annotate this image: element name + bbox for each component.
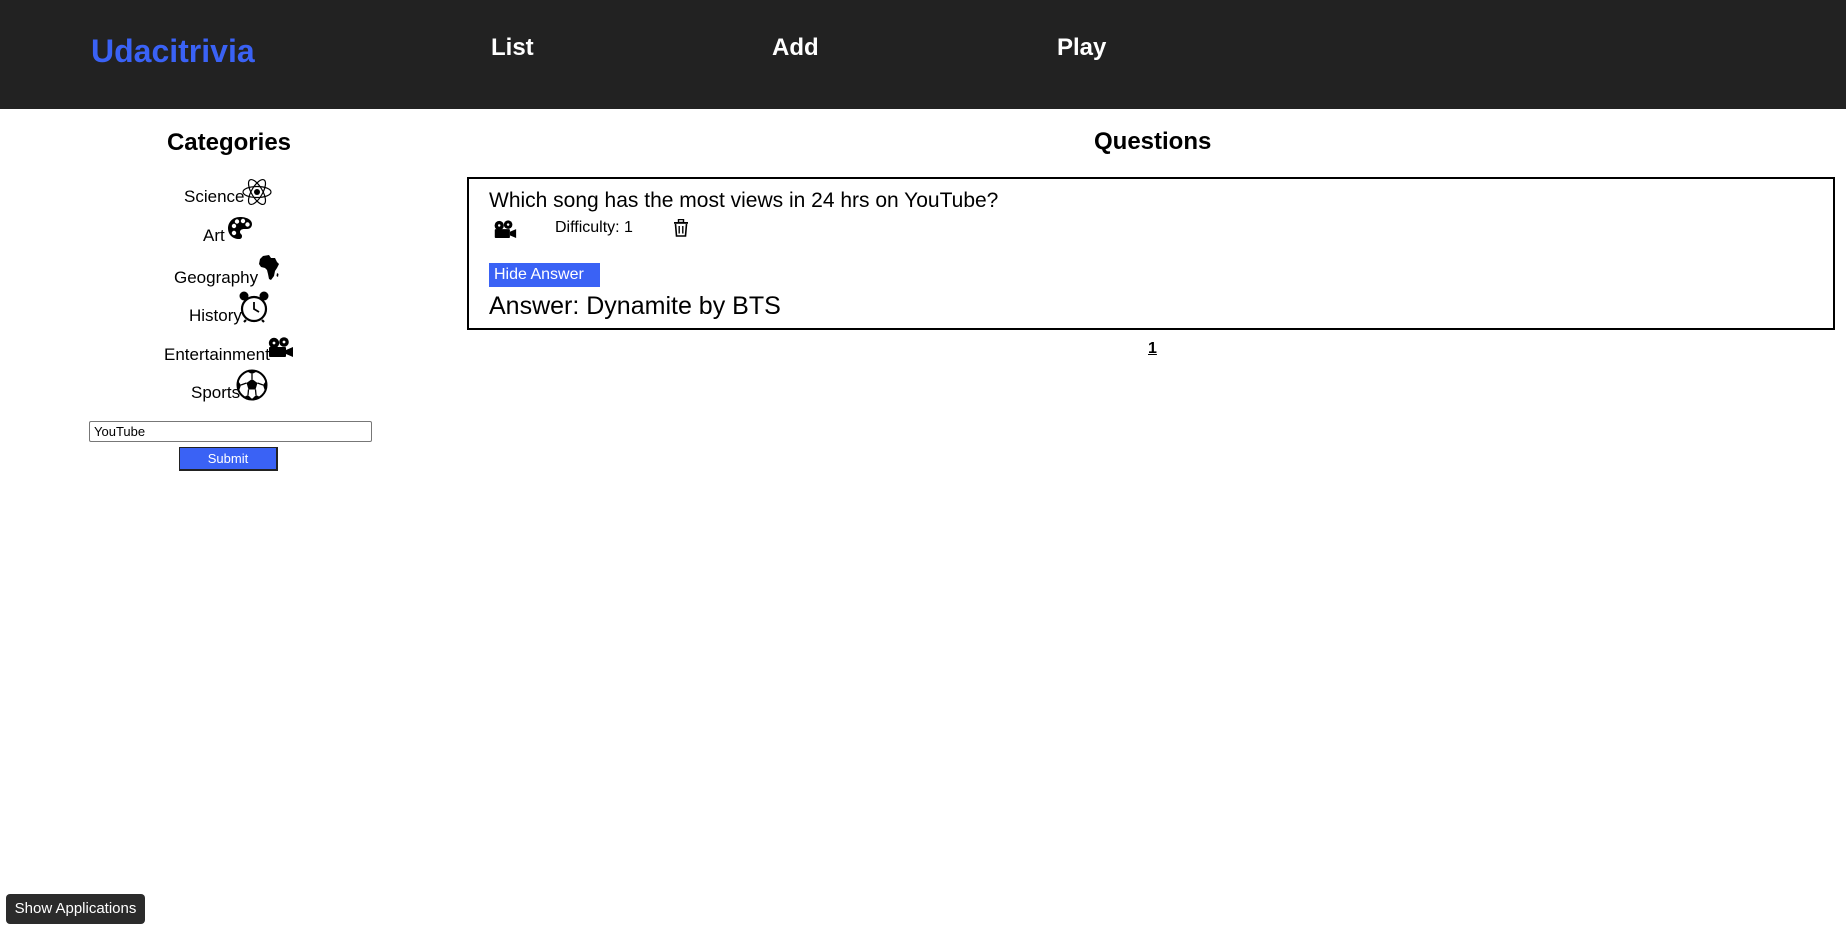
category-label: Entertainment: [164, 345, 270, 364]
pagination-page-1[interactable]: 1: [1148, 340, 1157, 358]
delete-trash-icon[interactable]: [673, 219, 689, 237]
nav-list[interactable]: List: [491, 34, 534, 62]
art-palette-icon: [228, 217, 252, 239]
entertainment-film-camera-icon: [494, 220, 517, 238]
category-label: Science: [184, 187, 245, 206]
nav-play[interactable]: Play: [1057, 34, 1106, 62]
category-label: Sports: [191, 383, 241, 402]
science-atom-icon: [242, 178, 272, 206]
categories-title: Categories: [166, 129, 292, 156]
search-input[interactable]: [89, 421, 372, 442]
category-science[interactable]: Science: [184, 177, 274, 207]
category-label: History: [189, 306, 242, 325]
show-applications-button[interactable]: Show Applications: [6, 894, 145, 924]
question-difficulty: Difficulty: 1: [555, 219, 633, 236]
category-label: Art: [203, 226, 225, 245]
category-geography[interactable]: Geography: [174, 255, 280, 288]
category-label: Geography: [174, 268, 259, 287]
search-submit-button[interactable]: Submit: [179, 447, 278, 471]
category-history[interactable]: History: [189, 291, 269, 326]
questions-title: Questions: [1094, 128, 1212, 155]
category-sports[interactable]: Sports: [191, 369, 268, 403]
brand-logo[interactable]: Udacitrivia: [91, 33, 255, 70]
sports-soccer-ball-icon: [236, 369, 268, 401]
history-alarm-clock-icon: [239, 291, 269, 323]
top-navbar: Udacitrivia List Add Play: [0, 0, 1846, 109]
question-text: Which song has the most views in 24 hrs …: [489, 189, 999, 212]
category-art[interactable]: Art: [203, 216, 255, 246]
category-entertainment[interactable]: Entertainment: [164, 337, 294, 365]
nav-add[interactable]: Add: [772, 34, 819, 62]
geography-africa-icon: [259, 255, 279, 280]
question-answer: Answer: Dynamite by BTS: [489, 292, 781, 320]
hide-answer-button[interactable]: Hide Answer: [489, 263, 600, 287]
question-card: Which song has the most views in 24 hrs …: [467, 177, 1835, 330]
entertainment-film-camera-icon: [268, 337, 293, 357]
